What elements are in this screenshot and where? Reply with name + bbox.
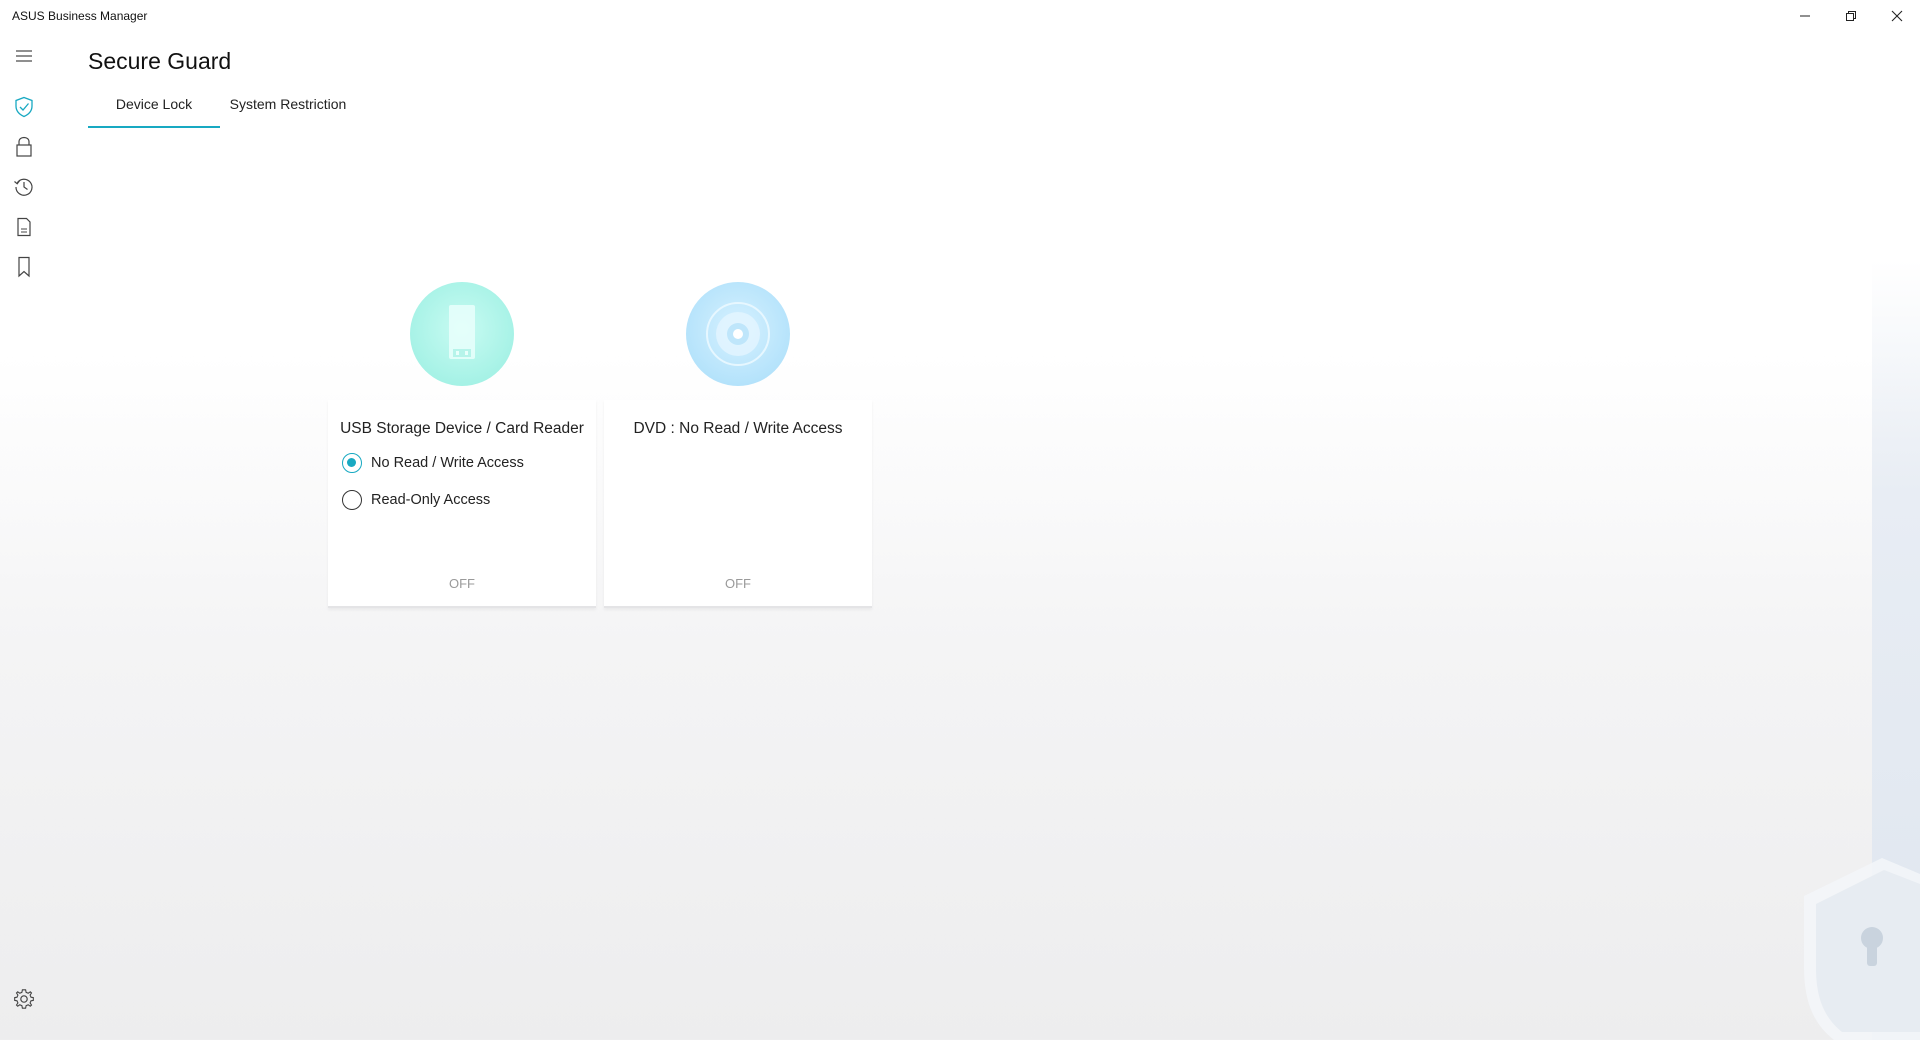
dvd-card: DVD : No Read / Write Access OFF xyxy=(604,400,872,608)
dvd-toggle-status[interactable]: OFF xyxy=(604,576,872,591)
sidebar-item-history[interactable] xyxy=(10,173,38,201)
document-icon xyxy=(17,217,31,237)
sidebar-item-bookmark[interactable] xyxy=(10,253,38,281)
radio-button-checked[interactable] xyxy=(342,453,362,473)
sidebar-item-document[interactable] xyxy=(10,213,38,241)
option-read-only[interactable]: Read-Only Access xyxy=(342,489,490,511)
sidebar-item-secure-guard[interactable] xyxy=(10,93,38,121)
title-bar: ASUS Business Manager xyxy=(0,0,1920,32)
close-icon xyxy=(1891,10,1903,22)
decorative-shield-icon xyxy=(1800,856,1920,1040)
radio-button[interactable] xyxy=(342,490,362,510)
page-title: Secure Guard xyxy=(88,48,232,74)
lock-icon xyxy=(16,136,32,157)
usb-storage-card: USB Storage Device / Card Reader No Read… xyxy=(328,400,596,608)
gear-icon xyxy=(14,989,34,1009)
option-label: No Read / Write Access xyxy=(371,455,524,471)
hamburger-menu-icon xyxy=(16,50,32,62)
dvd-icon-badge xyxy=(686,282,790,386)
sidebar xyxy=(0,32,48,1040)
usb-toggle-status[interactable]: OFF xyxy=(328,576,596,591)
restore-icon xyxy=(1846,11,1856,21)
app-title: ASUS Business Manager xyxy=(12,9,148,23)
sidebar-item-lock[interactable] xyxy=(10,133,38,161)
close-button[interactable] xyxy=(1874,0,1920,32)
dvd-disc-icon xyxy=(706,302,770,366)
tab-system-restriction[interactable]: System Restriction xyxy=(220,92,356,128)
usb-icon-badge xyxy=(410,282,514,386)
restore-button[interactable] xyxy=(1828,0,1874,32)
history-icon xyxy=(14,178,33,196)
tab-device-lock[interactable]: Device Lock xyxy=(88,92,220,128)
dvd-card-title: DVD : No Read / Write Access xyxy=(633,420,843,437)
bookmark-icon xyxy=(18,256,30,278)
minimize-icon xyxy=(1800,15,1810,17)
tab-bar: Device Lock System Restriction xyxy=(88,92,368,128)
shield-check-icon xyxy=(15,96,33,118)
usb-device-icon xyxy=(449,305,475,359)
option-label: Read-Only Access xyxy=(371,492,491,508)
menu-button[interactable] xyxy=(10,42,38,70)
usb-card-title: USB Storage Device / Card Reader xyxy=(340,420,584,437)
option-no-read-write[interactable]: No Read / Write Access xyxy=(342,452,524,474)
minimize-button[interactable] xyxy=(1782,0,1828,32)
settings-button[interactable] xyxy=(10,985,38,1013)
